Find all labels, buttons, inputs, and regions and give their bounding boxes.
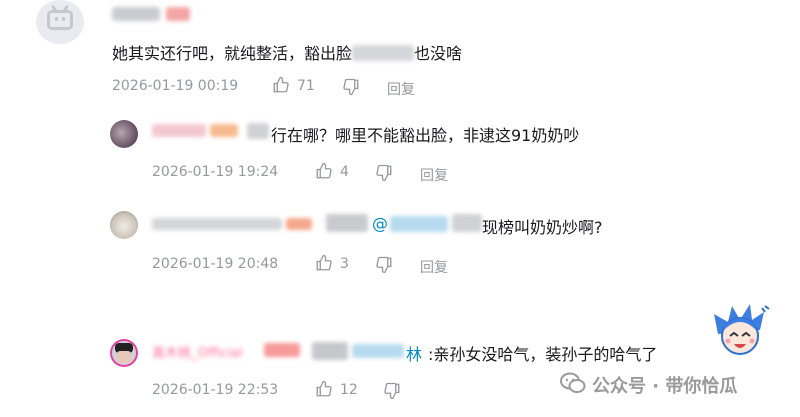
comment-date: 2026-01-19 00:19	[112, 78, 239, 94]
mention-link[interactable]: 林	[406, 341, 422, 365]
watermark-text: 公众号 · 带你恰瓜	[592, 376, 738, 397]
reply-date: 2026-01-19 22:53	[152, 382, 279, 398]
like-count: 3	[340, 256, 349, 272]
reply-button[interactable]: 回复	[420, 257, 448, 277]
thumb-up-icon[interactable]	[315, 162, 333, 180]
reply-avatar[interactable]	[110, 339, 138, 367]
username-label[interactable]: 直木桃_Official	[152, 342, 243, 361]
thumb-down-icon[interactable]	[383, 382, 401, 400]
redacted-text	[312, 342, 348, 360]
username-redacted[interactable]	[286, 218, 312, 230]
like-count: 12	[340, 382, 358, 398]
redacted-text	[326, 214, 368, 232]
thumb-up-icon[interactable]	[315, 254, 333, 272]
user-badge-redacted	[166, 7, 190, 21]
reply-date: 2026-01-19 19:24	[152, 164, 279, 180]
username-redacted[interactable]	[152, 218, 282, 230]
reply-button[interactable]: 回复	[387, 79, 415, 99]
reply-avatar[interactable]	[110, 120, 138, 148]
thumb-down-icon[interactable]	[375, 164, 393, 182]
reply-text: :亲孙女没哈气，装孙子的哈气了	[428, 345, 658, 364]
default-avatar-icon	[47, 10, 73, 30]
user-avatar[interactable]	[36, 0, 84, 44]
reply-button[interactable]: 回复	[420, 165, 448, 185]
username-redacted[interactable]	[112, 7, 160, 21]
like-count: 4	[340, 164, 349, 180]
comment-text: 她其实还行吧，就纯整活，豁出脸 也没啥	[112, 44, 463, 63]
thumb-up-icon[interactable]	[315, 380, 333, 398]
reply-date: 2026-01-19 20:48	[152, 256, 279, 272]
mention-link[interactable]: @	[372, 214, 388, 233]
username-redacted[interactable]	[152, 124, 206, 137]
mention-redacted[interactable]	[390, 216, 448, 232]
redacted-text	[247, 123, 269, 139]
redacted-text	[352, 45, 415, 61]
reply-text: 行在哪？哪里不能豁出脸，非逮这91奶奶吵	[271, 126, 580, 145]
username-redacted[interactable]	[210, 124, 238, 137]
thumb-up-icon[interactable]	[272, 76, 290, 94]
user-badge-redacted	[264, 343, 300, 357]
mention-redacted[interactable]	[352, 344, 404, 358]
like-count: 71	[297, 78, 315, 94]
thumb-down-icon[interactable]	[375, 256, 393, 274]
mascot-sticker-icon	[710, 300, 770, 360]
redacted-text	[452, 214, 482, 232]
wechat-icon	[560, 372, 586, 398]
reply-text: 现榜叫奶奶炒啊?	[482, 218, 603, 237]
thumb-down-icon[interactable]	[342, 78, 360, 96]
reply-avatar[interactable]	[110, 211, 138, 239]
